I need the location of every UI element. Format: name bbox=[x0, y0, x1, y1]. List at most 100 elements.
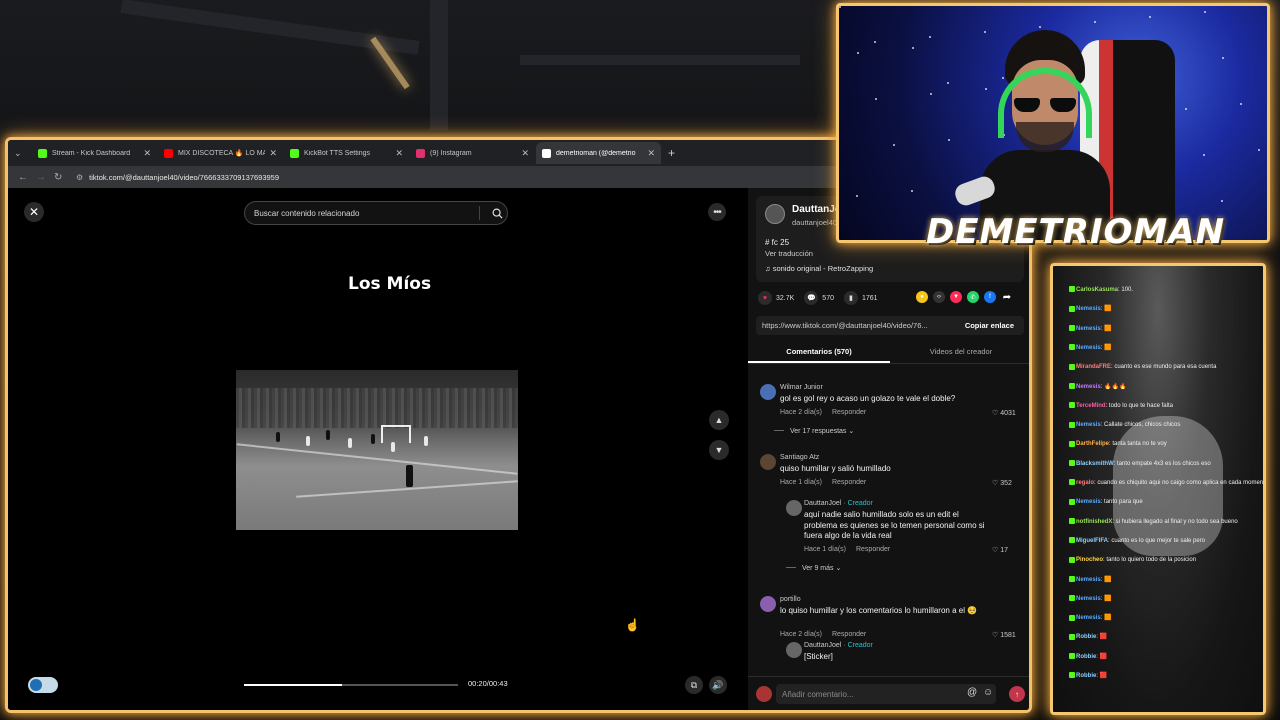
share-arrow-icon[interactable]: ➦ bbox=[1001, 291, 1013, 303]
comment-like-button[interactable]: ♡ 1581 bbox=[992, 631, 1016, 639]
send-comment-icon[interactable]: ↑ bbox=[1009, 686, 1025, 702]
new-tab-button[interactable]: + bbox=[668, 146, 675, 160]
commenter-avatar[interactable] bbox=[760, 454, 776, 470]
copy-link-button[interactable]: Copiar enlace bbox=[955, 321, 1024, 330]
coin-icon[interactable]: ● bbox=[916, 291, 928, 303]
forward-icon[interactable]: → bbox=[36, 172, 54, 183]
view-replies-button[interactable]: Ver 17 respuestas ⌄ bbox=[774, 427, 854, 435]
star bbox=[1185, 108, 1187, 110]
chat-username[interactable]: TerceMind bbox=[1076, 403, 1106, 409]
commenter-name[interactable]: Wilmar Junior bbox=[780, 384, 823, 391]
author-name[interactable]: DauttanJo bbox=[792, 204, 841, 215]
chat-username[interactable]: DarthFelipe bbox=[1076, 441, 1109, 447]
translate-link[interactable]: Ver traducción bbox=[765, 249, 813, 258]
chat-username[interactable]: Nemesis bbox=[1076, 577, 1101, 583]
hashtag-link[interactable]: # fc 25 bbox=[765, 238, 789, 247]
star bbox=[1094, 21, 1096, 23]
close-icon[interactable]: ✕ bbox=[24, 202, 44, 222]
commenter-avatar[interactable] bbox=[760, 596, 776, 612]
view-replies-button[interactable]: Ver 9 más ⌄ bbox=[786, 564, 841, 572]
browser-tab[interactable]: (9) Instagram ✕ bbox=[410, 142, 535, 164]
author-handle[interactable]: dauttanjoel40 bbox=[792, 218, 837, 227]
comment-input[interactable] bbox=[776, 684, 996, 704]
close-tab-icon[interactable]: ✕ bbox=[143, 148, 151, 159]
chat-username[interactable]: Robbie bbox=[1076, 634, 1096, 640]
emoji-icon[interactable]: ☺ bbox=[983, 687, 993, 698]
chat-username[interactable]: Nemesis bbox=[1076, 422, 1101, 428]
reply-button[interactable]: Responder bbox=[832, 631, 866, 638]
reply-button[interactable]: Responder bbox=[832, 409, 866, 416]
tab-creator-videos[interactable]: Videos del creador bbox=[890, 342, 1029, 363]
picture-in-picture-icon[interactable]: ⧉ bbox=[685, 676, 703, 694]
like-stat[interactable]: ♥ 32.7K bbox=[758, 291, 794, 305]
commenter-name[interactable]: Santiago Atz bbox=[780, 454, 819, 461]
chat-username[interactable]: Robbie bbox=[1076, 673, 1096, 679]
chat-username[interactable]: Pinocheo bbox=[1076, 557, 1103, 563]
video-player[interactable] bbox=[236, 370, 518, 530]
volume-icon[interactable]: 🔊 bbox=[709, 676, 727, 694]
chat-username[interactable]: notfinishedX bbox=[1076, 519, 1112, 525]
chat-username[interactable]: regalo bbox=[1076, 480, 1094, 486]
chat-message: Nemesis: 🟧 bbox=[1069, 614, 1112, 622]
commenter-avatar[interactable] bbox=[760, 384, 776, 400]
previous-video-icon[interactable]: ▲ bbox=[709, 410, 729, 430]
autoscroll-toggle[interactable] bbox=[28, 677, 58, 693]
sound-link[interactable]: ♫ sonido original - RetroZapping bbox=[765, 264, 873, 273]
commenter-avatar[interactable] bbox=[786, 642, 802, 658]
commenter-name[interactable]: portillo bbox=[780, 596, 801, 603]
chat-username[interactable]: Nemesis bbox=[1076, 615, 1101, 621]
whatsapp-icon[interactable]: ✆ bbox=[967, 291, 979, 303]
comment-stat[interactable]: 💬 570 bbox=[804, 291, 834, 305]
comment-like-button[interactable]: ♡ 17 bbox=[992, 546, 1008, 554]
site-info-icon[interactable]: ⚙ bbox=[76, 173, 83, 182]
close-tab-icon[interactable]: ✕ bbox=[269, 148, 277, 159]
chat-username[interactable]: Nemesis bbox=[1076, 306, 1101, 312]
url-field[interactable]: ⚙ tiktok.com/@dauttanjoel40/video/766633… bbox=[76, 173, 279, 182]
tab-comments[interactable]: Comentarios (570) bbox=[748, 342, 890, 363]
close-tab-icon[interactable]: ✕ bbox=[521, 148, 529, 159]
chat-username[interactable]: MirandaFRE bbox=[1076, 364, 1111, 370]
toggle-knob bbox=[30, 679, 42, 691]
back-icon[interactable]: ← bbox=[18, 172, 36, 183]
embed-icon[interactable]: ‹› bbox=[933, 291, 945, 303]
comment-like-button[interactable]: ♡ 4031 bbox=[992, 409, 1016, 417]
browser-tab[interactable]: Stream - Kick Dashboard ✕ bbox=[32, 142, 157, 164]
reply-button[interactable]: Responder bbox=[832, 479, 866, 486]
browser-tab[interactable]: demetrioman (@demetrio ✕ bbox=[536, 142, 661, 164]
chat-overlay: CarlosKasuma: 100. Nemesis: 🟧 Nemesis: 🟧 Ne… bbox=[1050, 263, 1266, 715]
tab-search-icon[interactable]: ⌄ bbox=[14, 148, 28, 159]
progress-bar[interactable] bbox=[244, 684, 458, 686]
search-icon[interactable] bbox=[487, 208, 507, 219]
browser-tab[interactable]: MIX DISCOTECA 🔥 LO MAS N ✕ bbox=[158, 142, 283, 164]
reload-icon[interactable]: ↻ bbox=[54, 172, 72, 183]
reply-button[interactable]: Responder bbox=[856, 546, 890, 553]
chat-username[interactable]: Nemesis bbox=[1076, 326, 1101, 332]
chat-username[interactable]: Nemesis bbox=[1076, 499, 1101, 505]
author-avatar[interactable] bbox=[765, 204, 785, 224]
chat-message: Nemesis: 🟧 bbox=[1069, 305, 1112, 313]
close-tab-icon[interactable]: ✕ bbox=[647, 148, 655, 159]
chat-username[interactable]: Nemesis bbox=[1076, 384, 1101, 390]
chat-username[interactable]: Robbie bbox=[1076, 654, 1096, 660]
mention-icon[interactable]: @ bbox=[967, 687, 977, 698]
browser-tab[interactable]: KickBot TTS Settings ✕ bbox=[284, 142, 409, 164]
chat-username[interactable]: CarlosKasuma bbox=[1076, 287, 1118, 293]
search-input[interactable] bbox=[254, 208, 479, 218]
more-options-icon[interactable]: ••• bbox=[708, 203, 726, 221]
commenter-name[interactable]: DauttanJoel · Creador bbox=[804, 500, 873, 507]
chat-username[interactable]: MiguelFIFA bbox=[1076, 538, 1108, 544]
close-tab-icon[interactable]: ✕ bbox=[395, 148, 403, 159]
commenter-name-text: Santiago Atz bbox=[780, 454, 820, 461]
commenter-avatar[interactable] bbox=[786, 500, 802, 516]
commenter-name[interactable]: DauttanJoel · Creador bbox=[804, 642, 873, 649]
save-stat[interactable]: ▮ 1761 bbox=[843, 291, 878, 305]
share-url[interactable]: https://www.tiktok.com/@dauttanjoel40/vi… bbox=[762, 321, 955, 330]
send-icon[interactable]: ▼ bbox=[950, 291, 962, 303]
next-video-icon[interactable]: ▼ bbox=[709, 440, 729, 460]
chat-username[interactable]: BlacksmithW bbox=[1076, 461, 1114, 467]
comment-time: Hace 1 día(s) bbox=[780, 478, 823, 486]
chat-username[interactable]: Nemesis bbox=[1076, 345, 1101, 351]
comment-like-button[interactable]: ♡ 352 bbox=[992, 479, 1012, 487]
facebook-icon[interactable]: f bbox=[984, 291, 996, 303]
chat-username[interactable]: Nemesis bbox=[1076, 596, 1101, 602]
